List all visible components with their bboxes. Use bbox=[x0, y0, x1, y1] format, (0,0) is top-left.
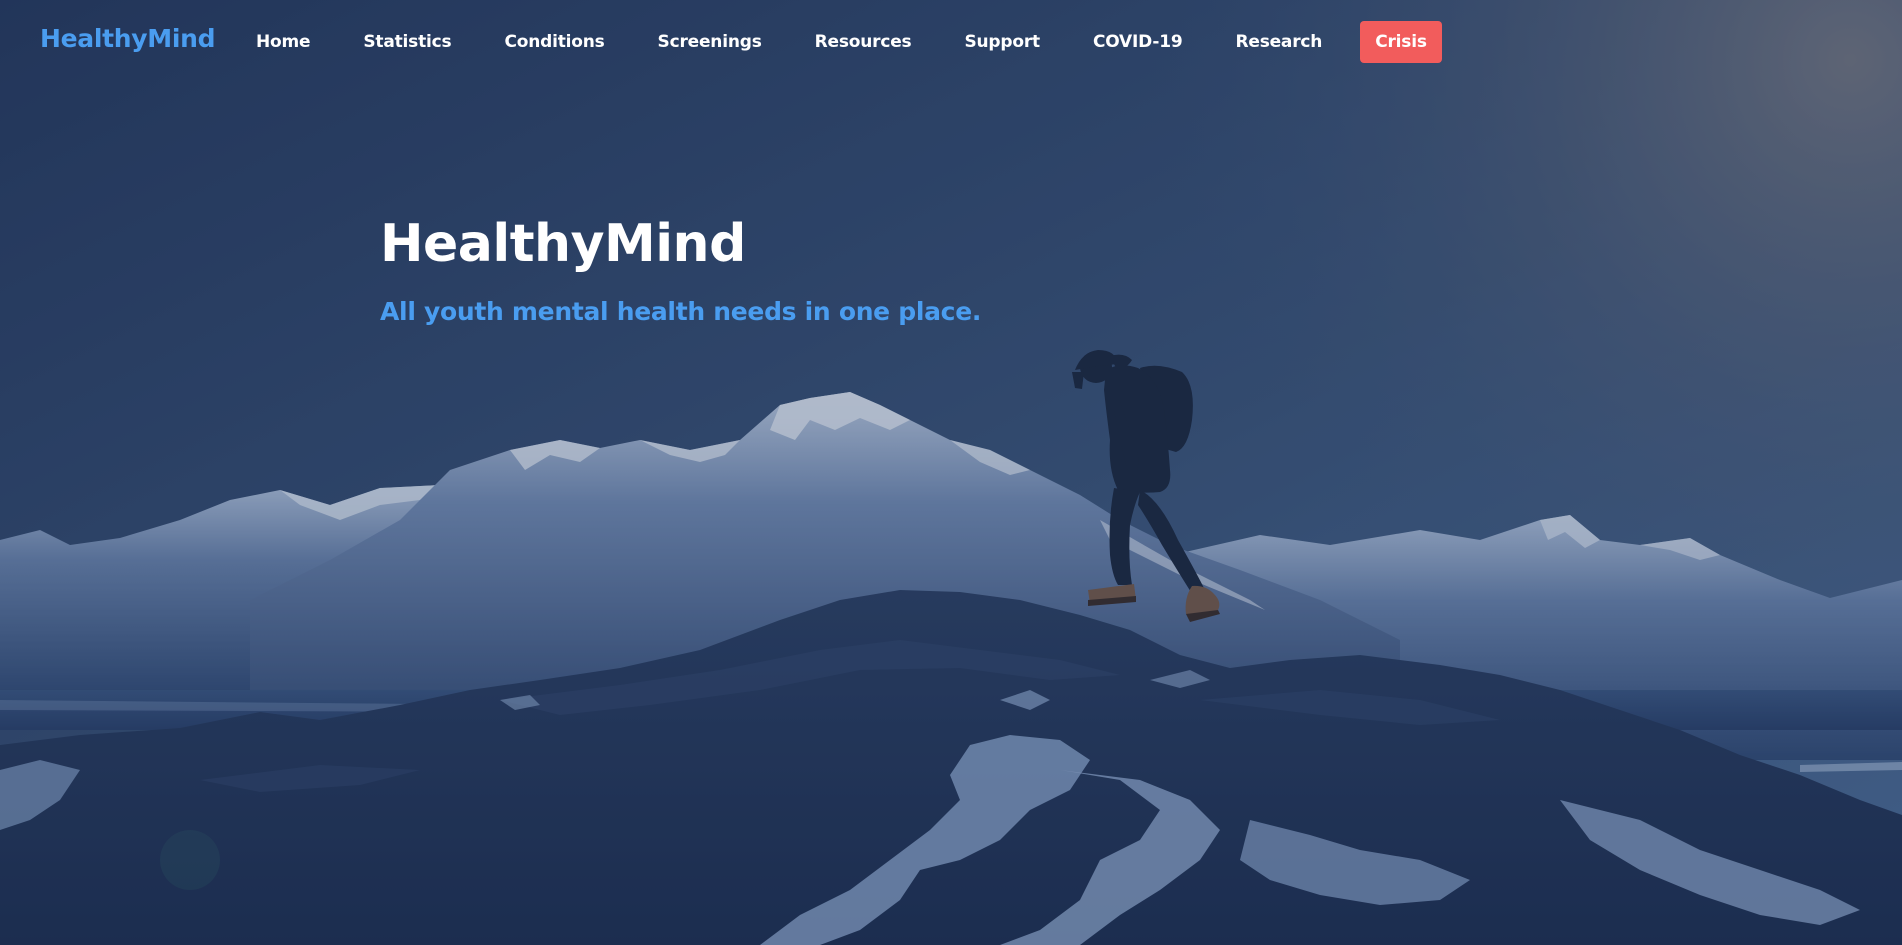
nav-link-conditions[interactable]: Conditions bbox=[504, 22, 604, 62]
hero-background-image bbox=[0, 0, 1902, 945]
nav-link-home[interactable]: Home bbox=[256, 22, 311, 62]
brand-logo-link[interactable]: HealthyMind bbox=[40, 24, 216, 53]
nav-link-covid-19[interactable]: COVID-19 bbox=[1093, 22, 1183, 62]
top-navigation: HealthyMind Home Statistics Conditions S… bbox=[0, 0, 1902, 86]
hero-title: HealthyMind bbox=[380, 214, 746, 274]
crisis-button[interactable]: Crisis bbox=[1360, 21, 1442, 63]
nav-link-resources[interactable]: Resources bbox=[815, 22, 912, 62]
nav-link-support[interactable]: Support bbox=[964, 22, 1040, 62]
nav-link-screenings[interactable]: Screenings bbox=[658, 22, 762, 62]
hero-tagline: All youth mental health needs in one pla… bbox=[380, 297, 982, 326]
nav-links: Home Statistics Conditions Screenings Re… bbox=[256, 21, 1442, 63]
nav-link-statistics[interactable]: Statistics bbox=[363, 22, 451, 62]
nav-link-research[interactable]: Research bbox=[1235, 22, 1322, 62]
page: HealthyMind Home Statistics Conditions S… bbox=[0, 0, 1902, 945]
